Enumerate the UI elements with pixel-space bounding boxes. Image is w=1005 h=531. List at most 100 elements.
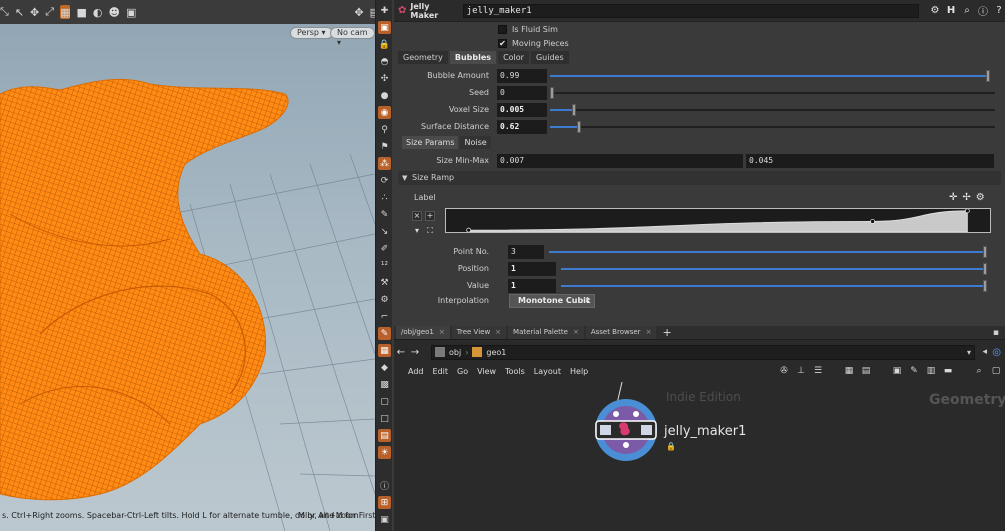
- pane-menu-icon[interactable]: ▪: [993, 328, 999, 338]
- link-icon[interactable]: ◎: [992, 347, 1001, 358]
- brush-icon[interactable]: ✎: [378, 208, 391, 221]
- shading-icon[interactable]: ◐: [93, 5, 103, 19]
- tab-guides[interactable]: Guides: [530, 51, 569, 64]
- wrench-icon[interactable]: ✇: [779, 366, 789, 376]
- pin-arrow-icon[interactable]: ◂: [982, 347, 987, 357]
- view-arrow-icon[interactable]: ⤡: [0, 5, 9, 19]
- surface-distance-slider-knob[interactable]: [576, 121, 581, 133]
- node-input-connector[interactable]: [613, 411, 619, 417]
- sculpt-icon[interactable]: ⚒: [378, 276, 391, 289]
- collapse-triangle-icon[interactable]: ▼: [402, 171, 407, 185]
- tab-tree-view[interactable]: Tree View ×: [451, 326, 507, 339]
- quad-view-icon[interactable]: ⊞: [378, 496, 391, 509]
- menu-help[interactable]: Help: [570, 367, 588, 376]
- menu-layout[interactable]: Layout: [534, 367, 561, 376]
- seed-slider[interactable]: [550, 87, 995, 99]
- help-h-icon[interactable]: H: [945, 5, 957, 17]
- expand-icon[interactable]: ⤢: [45, 5, 54, 19]
- search-icon[interactable]: ⌕: [974, 366, 984, 376]
- remove-point-button[interactable]: ×: [412, 211, 422, 221]
- grid-toggle-icon[interactable]: ▦: [60, 5, 71, 19]
- menu-tools[interactable]: Tools: [505, 367, 525, 376]
- tab-geometry[interactable]: Geometry: [398, 51, 448, 64]
- info-icon[interactable]: ⓘ: [977, 5, 989, 18]
- sticky-icon[interactable]: ▬: [943, 366, 953, 376]
- interpolation-dropdown[interactable]: Monotone Cubic ⇕: [509, 294, 595, 308]
- node-name-label[interactable]: jelly_maker1: [664, 424, 746, 439]
- ramp-move-icon[interactable]: ✢: [962, 192, 970, 203]
- corner-icon[interactable]: ⌐: [378, 310, 391, 323]
- value-field[interactable]: 1: [508, 279, 556, 293]
- zoom-box-icon[interactable]: ▢: [991, 366, 1001, 376]
- rotate-icon[interactable]: ⟳: [378, 174, 391, 187]
- surface-distance-slider[interactable]: [550, 121, 995, 133]
- point-no-slider-knob[interactable]: [983, 246, 987, 258]
- pointer-icon[interactable]: ↖: [15, 5, 24, 19]
- ramp-point-1[interactable]: [466, 227, 472, 232]
- voxel-size-slider-knob[interactable]: [572, 104, 577, 116]
- tab-size-params[interactable]: Size Params: [402, 136, 459, 149]
- moving-pieces-checkbox[interactable]: ✔: [498, 38, 507, 48]
- node-flag-right[interactable]: [641, 425, 652, 435]
- light-icon[interactable]: ◉: [378, 106, 391, 119]
- tab-material-palette[interactable]: Material Palette ×: [508, 326, 584, 339]
- node-input-connector-2[interactable]: [633, 411, 639, 417]
- network-path-field[interactable]: obj › geo1 ▾: [431, 344, 975, 360]
- sphere-icon[interactable]: ●: [378, 89, 391, 102]
- add-tab-icon[interactable]: +: [662, 326, 671, 339]
- close-icon[interactable]: ×: [573, 328, 579, 336]
- list-icon[interactable]: ☰: [813, 366, 823, 376]
- grid-icon[interactable]: ▦: [844, 366, 854, 376]
- moving-pieces-toggle[interactable]: ✔ Moving Pieces: [498, 37, 569, 49]
- move-view-icon[interactable]: ✥: [354, 5, 363, 19]
- particle-icon[interactable]: ∴: [378, 191, 391, 204]
- ramp-menu-icon[interactable]: ▾: [412, 227, 422, 237]
- palette-icon[interactable]: ▥: [926, 366, 936, 376]
- viewport-canvas[interactable]: [0, 24, 375, 531]
- measure-icon[interactable]: ↘: [378, 225, 391, 238]
- forward-arrow-icon[interactable]: →: [408, 347, 422, 358]
- scene-viewport[interactable]: ⤡ ↖ ✥ ⤢ ▦ ■ ◐ ☻ ▣ ✥ ▤ Persp ▾ No cam ▾ s…: [0, 0, 375, 531]
- camera-ghost-icon[interactable]: ☻: [108, 5, 119, 19]
- seed-field[interactable]: 0: [497, 86, 547, 100]
- tree-icon[interactable]: ⊥: [796, 366, 806, 376]
- position-slider[interactable]: [561, 263, 987, 275]
- path-crumb-geo1[interactable]: geo1: [486, 348, 506, 357]
- node-output-connector[interactable]: [623, 442, 629, 448]
- bubble-amount-slider-knob[interactable]: [985, 70, 990, 82]
- surface-distance-field[interactable]: 0.62: [497, 120, 547, 134]
- camera-icon[interactable]: ⚑: [378, 140, 391, 153]
- box-icon[interactable]: ▢: [378, 395, 391, 408]
- voxel-size-slider[interactable]: [550, 104, 995, 116]
- cube-icon[interactable]: ◆: [378, 361, 391, 374]
- size-ramp-graph[interactable]: [445, 208, 991, 233]
- shading-mode-icon[interactable]: ◓: [378, 55, 391, 68]
- close-icon[interactable]: ×: [439, 328, 445, 336]
- tab-noise[interactable]: Noise: [460, 136, 491, 149]
- help-icon[interactable]: ?: [993, 5, 1005, 17]
- jelly-mesh[interactable]: [0, 78, 289, 501]
- voxel-size-field[interactable]: 0.005: [497, 103, 547, 117]
- image-icon[interactable]: ▣: [892, 366, 902, 376]
- position-field[interactable]: 1: [508, 262, 556, 276]
- note-icon[interactable]: ✎: [909, 366, 919, 376]
- value-slider[interactable]: [561, 280, 987, 292]
- node-name-field[interactable]: jelly_maker1: [462, 3, 919, 18]
- cluster-icon[interactable]: ⁂: [378, 157, 391, 170]
- path-crumb-obj[interactable]: obj: [449, 348, 461, 357]
- tab-obj-geo1[interactable]: /obj/geo1 ×: [396, 326, 450, 339]
- select-mode-icon[interactable]: ▣: [378, 21, 391, 34]
- camera-select-dropdown[interactable]: No cam ▾: [330, 27, 375, 47]
- paint-icon[interactable]: ✐: [378, 242, 391, 255]
- back-arrow-icon[interactable]: ←: [394, 347, 408, 358]
- numbered-icon[interactable]: ¹²: [378, 259, 391, 272]
- display-icon[interactable]: ⚙: [378, 293, 391, 306]
- close-icon[interactable]: ×: [646, 328, 652, 336]
- ramp-gear-icon[interactable]: ⚙: [976, 192, 985, 203]
- menu-add[interactable]: Add: [408, 367, 424, 376]
- bubble-amount-field[interactable]: 0.99: [497, 69, 547, 83]
- bubble-amount-slider[interactable]: [550, 70, 990, 82]
- is-fluid-sim-checkbox[interactable]: [498, 24, 507, 34]
- gear-icon[interactable]: ⚙: [929, 5, 941, 17]
- size-max-field[interactable]: 0.045: [746, 154, 994, 168]
